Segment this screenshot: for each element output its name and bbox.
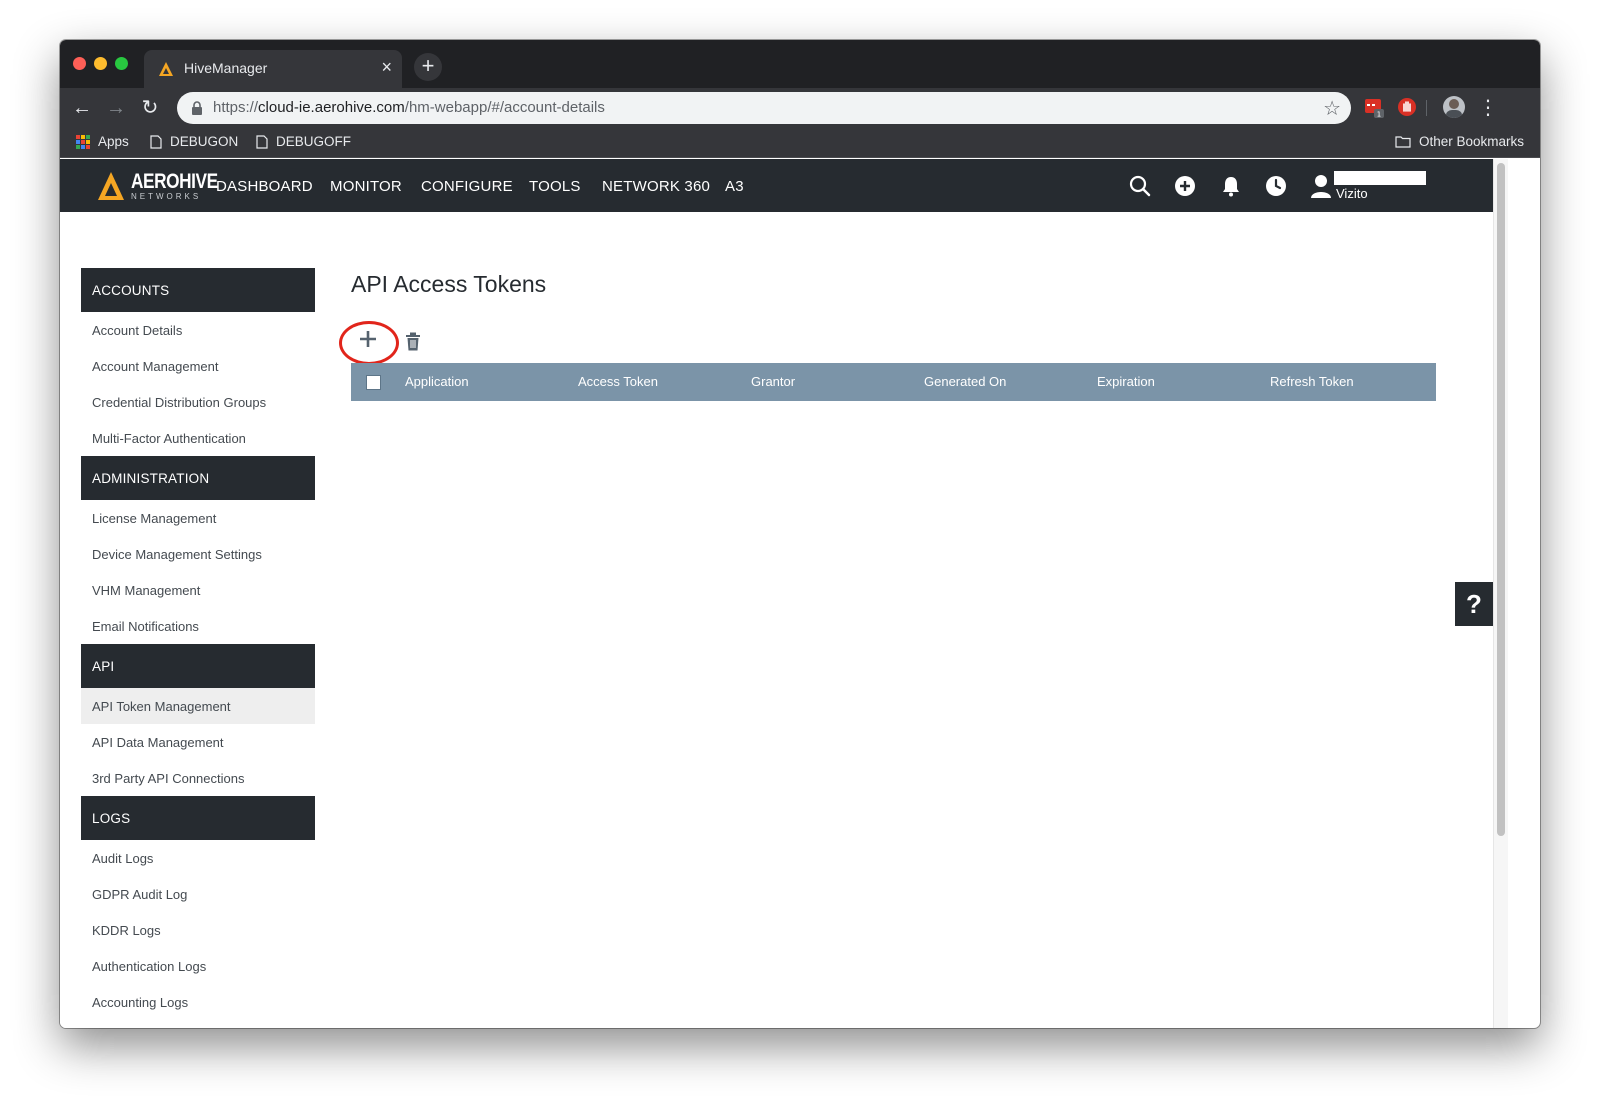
section-header-logs: LOGS xyxy=(81,796,315,840)
top-navigation: AEROHIVE NETWORKS DASHBOARD MONITOR CONF… xyxy=(60,159,1493,212)
browser-window: HiveManager × + ← → ↻ https://cloud-ie.a… xyxy=(60,40,1540,1028)
hivemanager-app: AEROHIVE NETWORKS DASHBOARD MONITOR CONF… xyxy=(60,159,1493,1028)
nav-network-360[interactable]: NETWORK 360 xyxy=(602,178,710,195)
page-icon xyxy=(150,134,162,149)
close-window-button[interactable] xyxy=(73,57,86,70)
minimize-window-button[interactable] xyxy=(94,57,107,70)
tab-close-icon[interactable]: × xyxy=(381,57,392,77)
bookmark-apps-label: Apps xyxy=(98,134,129,149)
sidebar-item-api-token-management[interactable]: API Token Management xyxy=(81,688,315,724)
nav-tools[interactable]: TOOLS xyxy=(529,178,581,195)
bookmark-star-icon[interactable]: ☆ xyxy=(1323,96,1341,121)
sidebar-item-device-management-settings[interactable]: Device Management Settings xyxy=(81,536,315,572)
user-icon[interactable] xyxy=(1310,174,1332,198)
toolbar-divider xyxy=(1426,100,1427,116)
help-button[interactable]: ? xyxy=(1455,582,1493,626)
logo-text-top: AEROHIVE xyxy=(131,170,218,193)
sidebar-item-api-data-management[interactable]: API Data Management xyxy=(81,724,315,760)
nav-monitor[interactable]: MONITOR xyxy=(330,178,402,195)
extension-badge: 1 xyxy=(1377,111,1381,119)
sidebar-item-multi-factor-authentication[interactable]: Multi-Factor Authentication xyxy=(81,420,315,456)
extension-calendar-icon[interactable]: 1 xyxy=(1363,96,1385,118)
sidebar-item-credential-distribution-groups[interactable]: Credential Distribution Groups xyxy=(81,384,315,420)
column-header-access-token[interactable]: Access Token xyxy=(578,374,658,389)
bookmark-other[interactable]: Other Bookmarks xyxy=(1395,134,1524,149)
column-header-generated-on[interactable]: Generated On xyxy=(924,374,1006,389)
tokens-table-header: Application Access Token Grantor Generat… xyxy=(351,363,1436,401)
profile-avatar[interactable] xyxy=(1443,96,1465,118)
notification-bell-icon[interactable] xyxy=(1219,174,1243,198)
aerohive-logo-icon xyxy=(98,172,124,200)
sidebar-item-license-management[interactable]: License Management xyxy=(81,500,315,536)
apps-grid-icon xyxy=(76,134,90,149)
nav-dashboard[interactable]: DASHBOARD xyxy=(216,178,313,195)
sidebar-item-authentication-logs[interactable]: Authentication Logs xyxy=(81,948,315,984)
sidebar-item-email-notifications[interactable]: Email Notifications xyxy=(81,608,315,644)
folder-icon xyxy=(1395,136,1411,148)
sidebar-item-account-management[interactable]: Account Management xyxy=(81,348,315,384)
column-header-refresh-token[interactable]: Refresh Token xyxy=(1270,374,1354,389)
sidebar-item-accounting-logs[interactable]: Accounting Logs xyxy=(81,984,315,1020)
bookmark-debugon[interactable]: DEBUGON xyxy=(150,134,238,149)
add-token-button[interactable] xyxy=(358,329,378,349)
sidebar-item-vhm-management[interactable]: VHM Management xyxy=(81,572,315,608)
column-header-expiration[interactable]: Expiration xyxy=(1097,374,1155,389)
column-header-grantor[interactable]: Grantor xyxy=(751,374,795,389)
bookmark-debugoff-label: DEBUGOFF xyxy=(276,134,352,149)
section-header-accounts: ACCOUNTS xyxy=(81,268,315,312)
user-name[interactable]: Vizito xyxy=(1336,186,1368,201)
search-icon[interactable] xyxy=(1128,174,1152,198)
sidebar-item-account-details[interactable]: Account Details xyxy=(81,312,315,348)
url-scheme: https:// xyxy=(213,99,259,116)
settings-sidebar: ACCOUNTS Account Details Account Managem… xyxy=(81,268,315,1020)
bookmark-debugoff[interactable]: DEBUGOFF xyxy=(256,134,351,149)
forward-arrow-icon[interactable]: → xyxy=(102,94,130,122)
page-icon xyxy=(256,134,268,149)
add-circle-icon[interactable] xyxy=(1173,174,1197,198)
lock-icon xyxy=(192,101,202,115)
url-path: /hm-webapp/#/account-details xyxy=(404,99,605,116)
extension-hand-icon[interactable] xyxy=(1396,96,1418,118)
page-scrollbar-thumb[interactable] xyxy=(1497,163,1505,836)
bookmark-other-label: Other Bookmarks xyxy=(1418,134,1524,149)
new-tab-button[interactable]: + xyxy=(414,53,442,81)
bookmarks-bar: Apps DEBUGON DEBUGOFF Other Bookmarks xyxy=(60,128,1540,158)
maximize-window-button[interactable] xyxy=(115,57,128,70)
browser-titlebar: HiveManager × + xyxy=(60,40,1540,88)
reload-icon[interactable]: ↻ xyxy=(136,94,164,122)
sidebar-item-gdpr-audit-log[interactable]: GDPR Audit Log xyxy=(81,876,315,912)
nav-configure[interactable]: CONFIGURE xyxy=(421,178,513,195)
select-all-checkbox[interactable] xyxy=(366,375,381,390)
browser-tab[interactable]: HiveManager × xyxy=(144,50,402,88)
profile-avatar-icon xyxy=(1446,99,1462,118)
page-title: API Access Tokens xyxy=(351,271,547,297)
column-header-application[interactable]: Application xyxy=(405,374,469,389)
section-header-api: API xyxy=(81,644,315,688)
url-text: https://cloud-ie.aerohive.com/hm-webapp/… xyxy=(213,99,605,116)
bookmark-debugon-label: DEBUGON xyxy=(170,134,239,149)
address-bar[interactable]: https://cloud-ie.aerohive.com/hm-webapp/… xyxy=(177,92,1351,124)
url-host: cloud-ie.aerohive.com xyxy=(258,99,405,116)
tab-title: HiveManager xyxy=(184,60,268,76)
bookmark-apps[interactable]: Apps xyxy=(76,134,129,149)
back-arrow-icon[interactable]: ← xyxy=(68,94,96,122)
delete-token-button[interactable] xyxy=(405,332,421,351)
section-header-administration: ADMINISTRATION xyxy=(81,456,315,500)
browser-menu-icon[interactable]: ⋮ xyxy=(1478,94,1498,122)
sidebar-item-kddr-logs[interactable]: KDDR Logs xyxy=(81,912,315,948)
sidebar-item-audit-logs[interactable]: Audit Logs xyxy=(81,840,315,876)
redacted-user-email xyxy=(1334,171,1426,185)
aerohive-favicon-icon xyxy=(159,62,173,76)
browser-toolbar: ← → ↻ https://cloud-ie.aerohive.com/hm-w… xyxy=(60,88,1540,128)
sidebar-item-3rd-party-api-connections[interactable]: 3rd Party API Connections xyxy=(81,760,315,796)
clock-icon[interactable] xyxy=(1264,174,1288,198)
nav-a3[interactable]: A3 xyxy=(725,178,744,195)
